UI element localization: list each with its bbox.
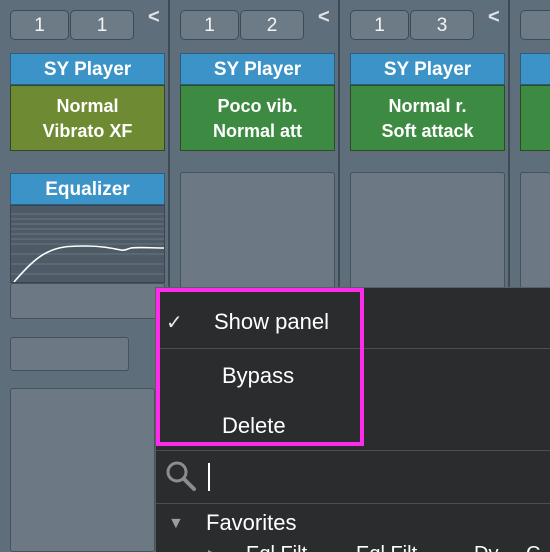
favorite-item-1[interactable]: Eql Filt (246, 543, 307, 552)
strip-1-preset-line1: Normal (56, 96, 119, 116)
strip-3-index-left[interactable]: 1 (350, 10, 409, 40)
strip-3-index-right[interactable]: 3 (410, 10, 474, 40)
channel-strip-1: 1 1 < SY Player Normal Vibrato XF Equali… (0, 0, 170, 552)
favorite-item-3[interactable]: Dy (474, 543, 498, 552)
strip-1-empty-slot[interactable] (10, 283, 165, 319)
equalizer-curve-display[interactable] (10, 205, 165, 283)
strip-3-preset[interactable]: Normal r. Soft attack (350, 85, 505, 151)
strip-4-empty-slot[interactable] (520, 172, 550, 292)
strip-1-index-right[interactable]: 1 (70, 10, 134, 40)
strip-4-preset[interactable] (520, 85, 550, 151)
favorites-sub-arrow-icon: ▶ (208, 546, 219, 552)
strip-3-collapse-button[interactable]: < (488, 6, 500, 29)
strip-3-empty-slot[interactable] (350, 172, 505, 292)
strip-1-plugin-header[interactable]: SY Player (10, 53, 165, 85)
favorites-expand-icon[interactable]: ▼ (168, 515, 184, 533)
menu-separator (156, 503, 550, 504)
strip-3-plugin-header[interactable]: SY Player (350, 53, 505, 85)
search-input-caret (208, 463, 210, 491)
favorite-item-2[interactable]: Eql Filt (356, 543, 417, 552)
strip-2-index-right[interactable]: 2 (240, 10, 304, 40)
strip-4-index-left[interactable] (520, 10, 550, 40)
strip-2-index-left[interactable]: 1 (180, 10, 239, 40)
strip-3-preset-line2: Soft attack (381, 121, 474, 141)
strip-2-preset-line1: Poco vib. (217, 96, 298, 116)
menu-item-show-panel[interactable]: Show panel (214, 309, 329, 335)
strip-1-preset-line2: Vibrato XF (42, 121, 133, 141)
favorite-item-4[interactable]: C (526, 543, 540, 552)
strip-1-preset[interactable]: Normal Vibrato XF (10, 85, 165, 151)
strip-4-plugin-header[interactable] (520, 53, 550, 85)
strip-2-collapse-button[interactable]: < (318, 6, 330, 29)
equalizer-header[interactable]: Equalizer (10, 173, 165, 205)
strip-1-send-slot[interactable] (10, 337, 129, 371)
menu-item-bypass[interactable]: Bypass (222, 363, 294, 389)
strip-1-lower-panel[interactable] (10, 388, 155, 552)
strip-1-index-left[interactable]: 1 (10, 10, 69, 40)
strip-2-plugin-header[interactable]: SY Player (180, 53, 335, 85)
menu-item-favorites[interactable]: Favorites (206, 510, 296, 536)
plugin-search-field[interactable] (156, 451, 550, 501)
menu-separator (156, 348, 550, 349)
strip-1-collapse-button[interactable]: < (148, 6, 160, 29)
strip-3-preset-line1: Normal r. (388, 96, 467, 116)
strip-2-empty-slot[interactable] (180, 172, 335, 292)
strip-2-preset-line2: Normal att (212, 121, 302, 141)
show-panel-check-icon: ✓ (166, 312, 183, 334)
eq-curve-graph (11, 213, 164, 282)
menu-item-delete[interactable]: Delete (222, 413, 286, 439)
plugin-context-menu: ✓ Show panel Bypass Delete ▼ Favorites ▶… (155, 287, 550, 552)
search-icon (166, 461, 196, 491)
strip-2-preset[interactable]: Poco vib. Normal att (180, 85, 335, 151)
